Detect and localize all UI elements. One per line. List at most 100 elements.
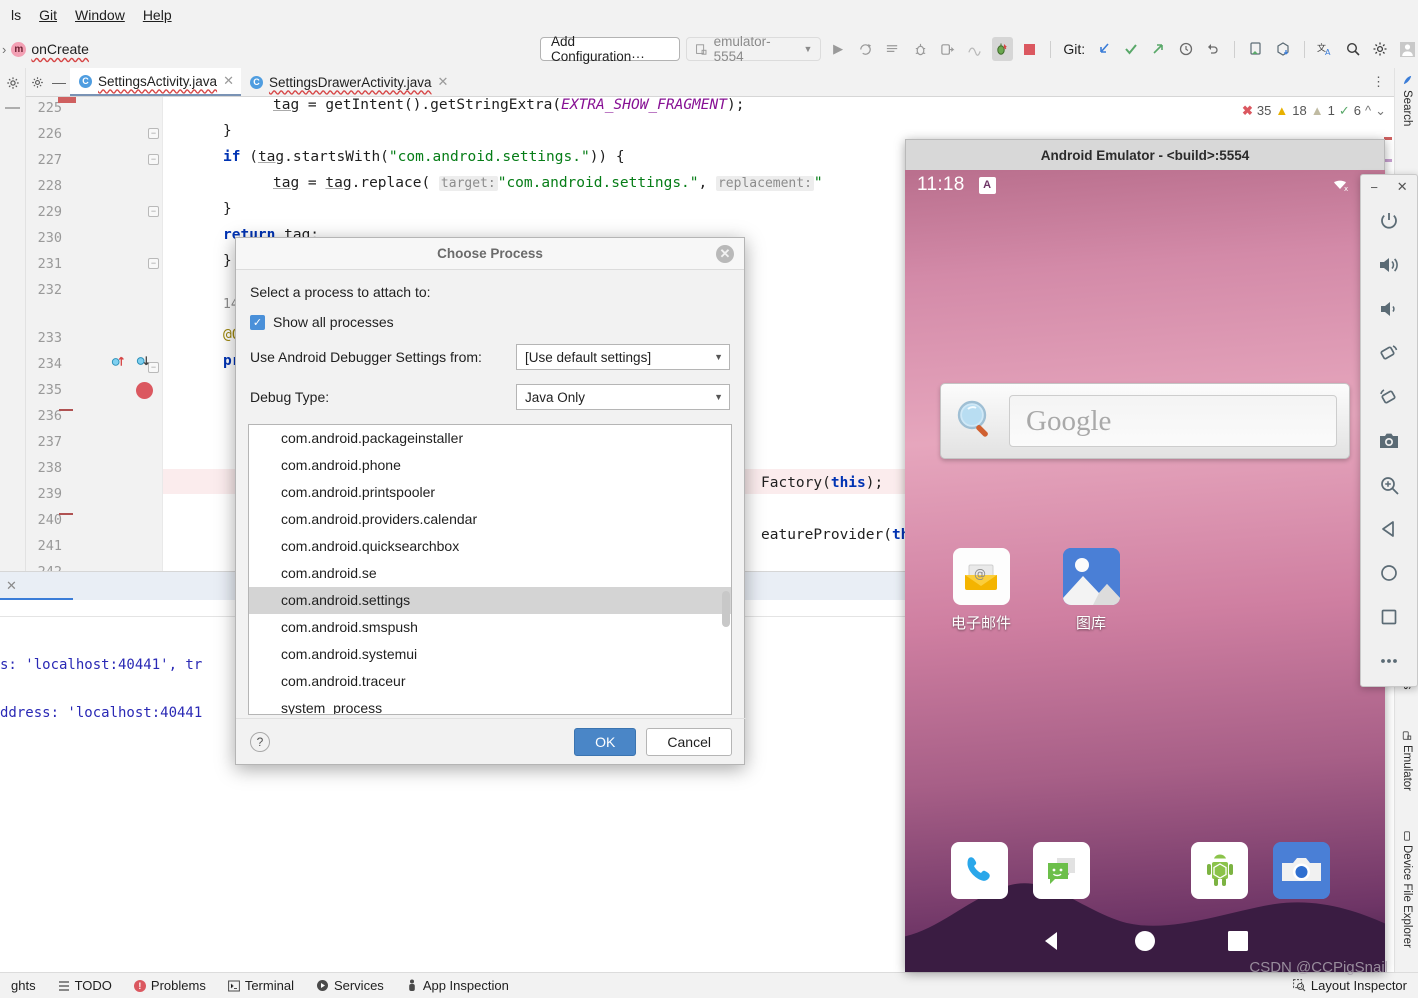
show-all-processes-checkbox[interactable]: ✓ (250, 314, 265, 330)
list-item[interactable]: com.android.systemui (249, 641, 731, 668)
fold-marker-icon[interactable]: − (148, 206, 159, 217)
overriding-method-icon[interactable] (136, 354, 151, 371)
minimize-icon[interactable]: − (1370, 180, 1378, 195)
rotate-left-icon[interactable] (1369, 331, 1409, 375)
list-item[interactable]: com.android.traceur (249, 668, 731, 695)
app-icon-email[interactable]: @ 电子邮件 (931, 548, 1031, 633)
avd-manager-button[interactable] (1245, 37, 1266, 61)
status-item-layout-inspector[interactable]: Layout Inspector (1282, 978, 1418, 993)
project-settings-gear-icon[interactable] (4, 74, 22, 92)
menu-item-git[interactable]: Git (30, 4, 66, 26)
sdk-manager-button[interactable] (1272, 37, 1293, 61)
chevron-up-icon[interactable]: ^ (1365, 103, 1371, 118)
back-icon[interactable] (1369, 507, 1409, 551)
fold-marker-icon[interactable]: − (148, 154, 159, 165)
tab-settings-drawer-activity[interactable]: C SettingsDrawerActivity.java ✕ (241, 68, 455, 96)
list-item[interactable]: com.android.quicksearchbox (249, 533, 731, 560)
attach-to-process-button[interactable] (991, 37, 1013, 61)
dock-app-camera[interactable] (1273, 842, 1335, 899)
status-item-problems[interactable]: ! Problems (123, 978, 217, 993)
emulator-tool-panel[interactable]: − ✕ (1360, 174, 1418, 687)
app-icon-gallery[interactable]: 图库 (1041, 548, 1141, 633)
home-icon[interactable] (1369, 551, 1409, 595)
stop-button[interactable] (1019, 37, 1040, 61)
undo-button[interactable] (1203, 37, 1224, 61)
list-item[interactable]: com.android.phone (249, 452, 731, 479)
tabbar-gear-icon[interactable] (26, 68, 48, 96)
status-item-highlights[interactable]: ghts (0, 978, 47, 993)
attach-debugger-button[interactable] (937, 37, 958, 61)
screenshot-camera-icon[interactable] (1369, 419, 1409, 463)
implementing-method-icon[interactable] (111, 354, 126, 371)
status-item-terminal[interactable]: Terminal (217, 978, 305, 993)
tab-settings-activity[interactable]: C SettingsActivity.java ✕ (70, 68, 241, 96)
list-item-selected[interactable]: com.android.settings (249, 587, 731, 614)
tool-tab-search[interactable]: Search (1397, 72, 1417, 129)
hide-panel-icon[interactable]: — (4, 98, 22, 116)
status-item-services[interactable]: Services (305, 978, 395, 993)
menu-item-help[interactable]: Help (134, 4, 181, 26)
tab-options-icon[interactable]: ⋮ (1372, 74, 1394, 90)
debug-type-dropdown[interactable]: Java Only ▼ (516, 384, 730, 410)
dock-app-phone[interactable] (951, 842, 1013, 899)
menu-item-tools[interactable]: ls (2, 4, 30, 26)
git-commit-button[interactable] (1120, 37, 1141, 61)
git-history-button[interactable] (1175, 37, 1196, 61)
close-icon[interactable]: ✕ (1397, 179, 1408, 195)
inspection-widget[interactable]: ✖ 35 ▲ 18 ▲ 1 ✓ 6 ^ ⌄ (1236, 97, 1392, 124)
rotate-right-icon[interactable] (1369, 375, 1409, 419)
translate-icon[interactable]: 文A (1315, 37, 1336, 61)
tool-tab-emulator[interactable]: Emulator (1397, 728, 1417, 794)
breakpoint-icon[interactable] (136, 382, 153, 399)
search-icon[interactable] (1342, 37, 1363, 61)
show-all-processes-row[interactable]: ✓ Show all processes (250, 314, 730, 330)
list-item[interactable]: com.android.providers.calendar (249, 506, 731, 533)
power-icon[interactable] (1369, 199, 1409, 243)
android-emulator-window[interactable]: Android Emulator - <build>:5554 11:18 A … (905, 139, 1385, 972)
ok-button[interactable]: OK (574, 727, 637, 756)
emulator-screen[interactable]: 11:18 A x Google @ 电子邮件 图库 (905, 170, 1385, 972)
zoom-icon[interactable] (1369, 463, 1409, 507)
help-button[interactable]: ? (250, 731, 270, 752)
tab-close-icon[interactable]: ✕ (223, 73, 234, 89)
fold-marker-icon[interactable]: − (148, 128, 159, 139)
editor-gutter[interactable]: 225 226 227 228 229 230 231 232 233 234 … (26, 97, 163, 571)
status-item-todo[interactable]: TODO (47, 978, 123, 993)
status-item-app-inspection[interactable]: App Inspection (395, 978, 520, 993)
more-icon[interactable] (1369, 639, 1409, 683)
user-avatar-icon[interactable] (1397, 37, 1418, 61)
menu-item-window[interactable]: Window (66, 4, 134, 26)
tabbar-minimize-icon[interactable]: — (48, 68, 70, 96)
rerun-button[interactable] (855, 37, 876, 61)
add-configuration-button[interactable]: Add Configuration··· (540, 34, 681, 64)
tab-close-icon[interactable]: ✕ (438, 74, 449, 90)
process-list-scrollbar[interactable] (722, 591, 730, 627)
list-item[interactable]: com.android.printspooler (249, 479, 731, 506)
volume-up-icon[interactable] (1369, 243, 1409, 287)
profiler-button[interactable] (964, 37, 985, 61)
volume-down-icon[interactable] (1369, 287, 1409, 331)
debugger-settings-dropdown[interactable]: [Use default settings] ▼ (516, 344, 730, 370)
debug-button[interactable] (910, 37, 931, 61)
list-item[interactable]: system_process (249, 695, 731, 714)
close-icon[interactable]: ✕ (716, 245, 734, 263)
close-console-icon[interactable]: ✕ (6, 578, 17, 594)
show-log-button[interactable] (882, 37, 903, 61)
dock-app-android[interactable] (1191, 842, 1253, 899)
cancel-button[interactable]: Cancel (646, 727, 732, 756)
back-triangle-icon[interactable] (1039, 928, 1065, 957)
fold-marker-icon[interactable]: − (148, 258, 159, 269)
chevron-down-icon[interactable]: ⌄ (1375, 103, 1386, 119)
tool-tab-device-file-explorer[interactable]: Device File Explorer (1397, 828, 1417, 951)
list-item[interactable]: com.android.packageinstaller (249, 425, 731, 452)
overview-square-icon[interactable] (1225, 928, 1251, 957)
google-search-widget[interactable]: Google (940, 383, 1350, 459)
list-item[interactable]: com.android.se (249, 560, 731, 587)
run-button[interactable]: ▶ (827, 37, 848, 61)
home-circle-icon[interactable] (1132, 928, 1158, 957)
device-selector[interactable]: emulator-5554 ▼ (686, 34, 822, 64)
android-nav-bar[interactable] (905, 912, 1385, 972)
settings-gear-icon[interactable] (1369, 37, 1390, 61)
list-item[interactable]: com.android.smspush (249, 614, 731, 641)
overview-icon[interactable] (1369, 595, 1409, 639)
